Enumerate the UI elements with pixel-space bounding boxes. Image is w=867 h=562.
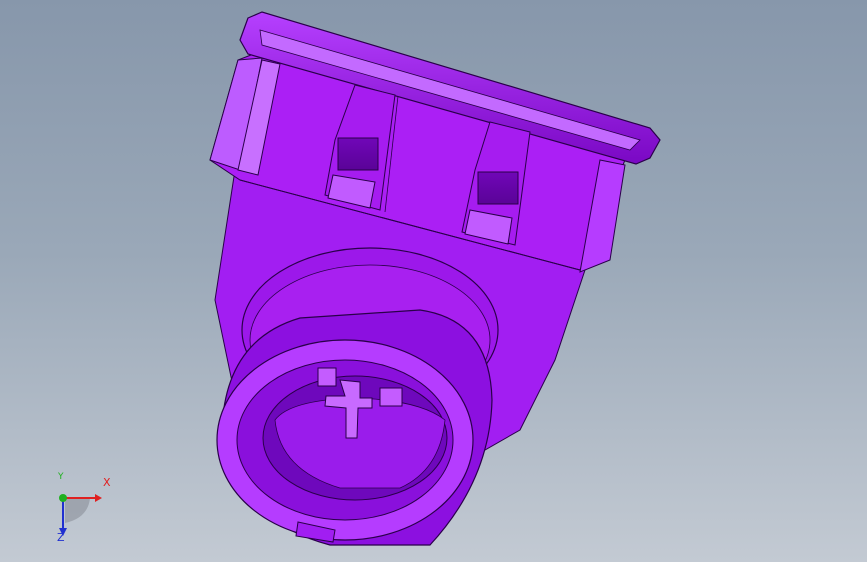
x-axis-arrowhead	[95, 494, 102, 502]
triad-shade	[65, 498, 90, 523]
graphics-viewport[interactable]: X Y Z	[0, 0, 867, 562]
key-post-left	[317, 367, 337, 387]
latch-slot-left	[337, 137, 379, 171]
connector-model[interactable]	[0, 0, 867, 562]
z-axis-label: Z	[57, 531, 65, 544]
axis-triad: X Y Z	[40, 472, 120, 548]
key-post-right	[379, 387, 403, 407]
y-axis-label: Y	[58, 472, 64, 482]
x-axis-label: X	[103, 476, 111, 489]
y-axis-dot	[59, 494, 67, 502]
latch-slot-right	[477, 171, 519, 205]
